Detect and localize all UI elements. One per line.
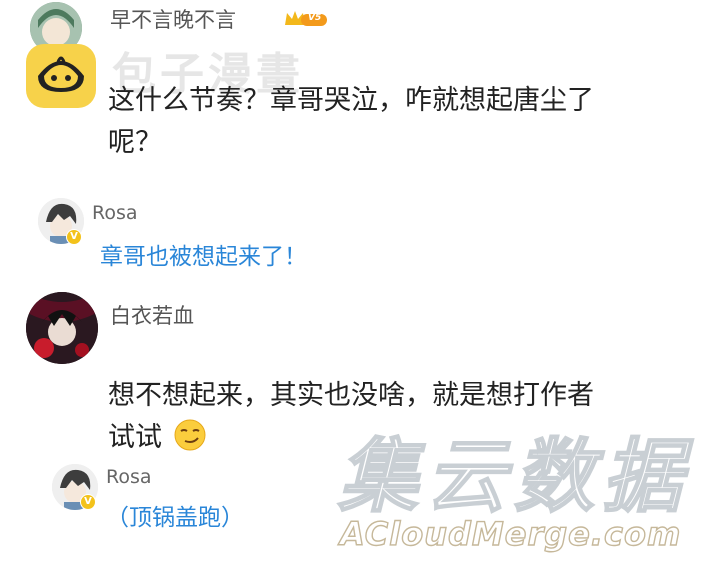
reply-username[interactable]: Rosa (92, 202, 138, 224)
bottom-watermark-en: ACloudMerge.com (339, 514, 682, 553)
crown-icon (285, 11, 327, 26)
avatar-illustration (26, 292, 98, 364)
user-avatar[interactable] (26, 292, 98, 364)
verified-badge: V (66, 229, 82, 245)
comment-text-line: 想不想起来，其实也没啥，就是想打作者 (108, 380, 594, 411)
comment-text: 这什么节奏？章哥哭泣，咋就想起唐尘了 呢？ (108, 80, 594, 164)
vip-level-label: V5 (308, 13, 322, 23)
comment-text-line: 这什么节奏？章哥哭泣，咋就想起唐尘了 (108, 85, 594, 116)
comment-username[interactable]: 白衣若血 (110, 300, 194, 330)
vip-badge: V5 (284, 9, 328, 29)
verified-badge: V (80, 494, 96, 510)
comment-username[interactable]: 早不言晚不言 (110, 4, 236, 34)
smirk-emoji-icon (173, 418, 207, 452)
logo-icon (24, 40, 98, 110)
reply-text: 章哥也被想起来了！ (100, 244, 307, 270)
comment-text-segment: 试试 (108, 422, 162, 453)
reply-text: （顶锅盖跑） (106, 505, 244, 531)
comment-text-line: 呢？ (108, 127, 162, 158)
reply-username[interactable]: Rosa (106, 466, 152, 488)
bottom-watermark-cn: 集云数据 (337, 429, 690, 524)
